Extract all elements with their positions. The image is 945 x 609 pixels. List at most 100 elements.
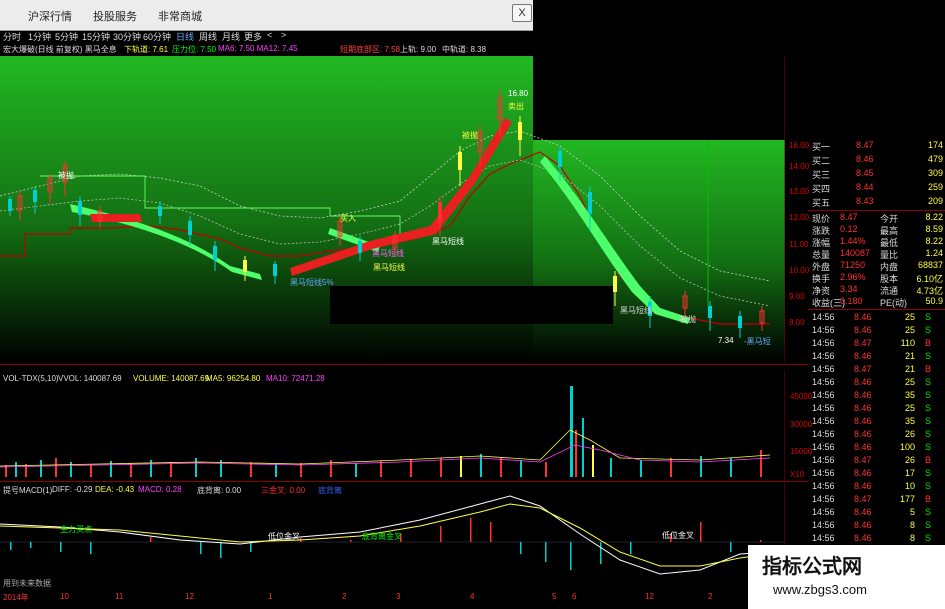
stat-value: 1.24 [925, 248, 943, 258]
horse-label-5: 黑马短线 [620, 306, 652, 315]
stat-value: 8.47 [840, 212, 858, 222]
bid-row: 买五 8.43 209 [808, 196, 945, 208]
price-axis-label: 12.00 [789, 213, 810, 222]
bid-price: 8.46 [856, 154, 874, 164]
tick-time: 14:56 [812, 403, 835, 413]
signal-label: 被抛 [58, 171, 74, 180]
period-tab[interactable]: 分时 [3, 30, 21, 43]
future-data-note: 用到未来数据 [3, 579, 51, 588]
ma-values: MA6: 7.50 MA12: 7.45 [218, 44, 298, 53]
tick-volume: 8 [909, 533, 915, 543]
tick-row: 14:56 8.47 21 B [808, 364, 945, 376]
tick-row: 14:56 8.47 110 B [808, 338, 945, 350]
tick-price: 8.46 [854, 416, 872, 426]
tick-price: 8.46 [854, 377, 872, 387]
bid-label: 买一 [812, 142, 831, 152]
bid-label: 买二 [812, 156, 831, 166]
tick-direction: B [924, 455, 931, 465]
low-price-label: 7.34 [718, 336, 734, 345]
bid-label: 买三 [812, 170, 831, 180]
tick-price: 8.46 [854, 533, 872, 543]
tick-direction: S [924, 520, 931, 530]
tick-time: 14:56 [812, 507, 835, 517]
prev-button[interactable]: < [267, 30, 272, 40]
chart-background-right [533, 140, 785, 362]
date-label: 2 [342, 592, 347, 601]
tick-row: 14:56 8.46 35 S [808, 390, 945, 402]
menu-item-service[interactable]: 投股服务 [93, 8, 137, 24]
menu-item-mall[interactable]: 非常商城 [158, 8, 202, 24]
stat-value: 8.22 [925, 236, 943, 246]
quote-panel: 买一 8.47 174 买二 8.46 479 买三 8.45 309 买四 8.44 259 买五 8.… [808, 137, 945, 609]
period-tab[interactable]: 周线 [199, 30, 217, 43]
tick-volume: 177 [899, 494, 915, 504]
tick-time: 14:56 [812, 364, 835, 374]
tick-time: 14:56 [812, 416, 835, 426]
period-tab[interactable]: 更多 [244, 30, 262, 43]
period-tab[interactable]: 5分钟 [55, 30, 78, 43]
macd-note-divergence: 底背离金叉 [362, 532, 402, 541]
bid-volume: 309 [927, 168, 943, 178]
period-bar: 分时 1分钟 5分钟 15分钟 30分钟 60分钟 日线 周线 月线 更多 < … [0, 30, 533, 44]
redaction-box [330, 286, 613, 324]
stat-row: 总量 140087 量比 1.24 [808, 248, 945, 260]
tick-direction: B [924, 338, 931, 348]
tick-row: 14:56 8.47 26 B [808, 455, 945, 467]
signal-label-2: 被抛 [462, 131, 478, 140]
panel-separator [808, 210, 945, 211]
stat-row: 收益(三) 0.180 PE(动) 50.9 [808, 296, 945, 308]
volume-chart[interactable] [0, 370, 786, 480]
date-label: 12 [185, 592, 194, 601]
menu-item-market[interactable]: 沪深行情 [28, 8, 72, 24]
tick-direction: S [924, 481, 931, 491]
tick-time: 14:56 [812, 468, 835, 478]
next-button[interactable]: > [281, 30, 286, 40]
bid-label: 买五 [812, 198, 831, 208]
date-label: 12 [645, 592, 654, 601]
pressure-level: 压力位: 7.50 [172, 45, 217, 54]
period-tab[interactable]: 月线 [222, 30, 240, 43]
buy-label: 买入 [340, 214, 356, 223]
down-track: 下轨道: 7.61 [124, 45, 169, 54]
stat-row: 涨跌 0.12 最高 8.59 [808, 224, 945, 236]
price-axis-label: 13.00 [789, 187, 810, 196]
tick-volume: 35 [904, 416, 915, 426]
period-tab-active[interactable]: 日线 [176, 30, 194, 43]
macd-note-buy: 主力买点 [60, 525, 92, 534]
tick-direction: S [924, 429, 931, 439]
stat-value: 8.22 [925, 212, 943, 222]
tick-volume: 8 [909, 520, 915, 530]
stat-row: 外盘 71250 内盘 68837 [808, 260, 945, 272]
bid-price: 8.45 [856, 168, 874, 178]
stat-row: 换手 2.96% 股本 6.10亿 [808, 272, 945, 284]
horse-label-6: -黑马短 [744, 337, 771, 346]
date-label: 3 [396, 592, 401, 601]
horse-label-4: 黑马短线5% [290, 278, 334, 287]
date-label: 6 [572, 592, 577, 601]
period-tab[interactable]: 30分钟 [113, 30, 141, 43]
tick-direction: S [924, 442, 931, 452]
bid-price: 8.47 [856, 140, 874, 150]
price-axis-label: 11.00 [789, 240, 809, 249]
stat-value: 50.9 [925, 296, 943, 306]
period-tab[interactable]: 60分钟 [143, 30, 171, 43]
stat-value: 0.180 [840, 296, 863, 306]
bid-volume: 174 [927, 140, 943, 150]
date-axis: 2014年 10 11 12 1 2 3 4 5 6 12 2 [0, 592, 748, 609]
macd-note-cross-2: 低位金叉 [662, 531, 694, 540]
watermark-url: www.zbgs3.com [773, 582, 867, 597]
bid-row: 买三 8.45 309 [808, 168, 945, 180]
tick-row: 14:56 8.46 5 S [808, 507, 945, 519]
tick-price: 8.47 [854, 364, 872, 374]
bid-row: 买一 8.47 174 [808, 140, 945, 152]
period-tab[interactable]: 1分钟 [28, 30, 51, 43]
stat-row: 净资 3.34 流通 4.73亿 [808, 284, 945, 296]
indicator-info-bar: 宏大爆破(日线 前复权) 黑马全息 下轨道: 7.61 压力位: 7.50 MA… [0, 44, 533, 56]
tick-price: 8.46 [854, 351, 872, 361]
tick-row: 14:56 8.46 21 S [808, 351, 945, 363]
price-axis-label: 14.00 [789, 162, 810, 171]
tick-time: 14:56 [812, 442, 835, 452]
period-tab[interactable]: 15分钟 [82, 30, 110, 43]
tick-time: 14:56 [812, 312, 835, 322]
close-button[interactable]: X [512, 4, 532, 22]
